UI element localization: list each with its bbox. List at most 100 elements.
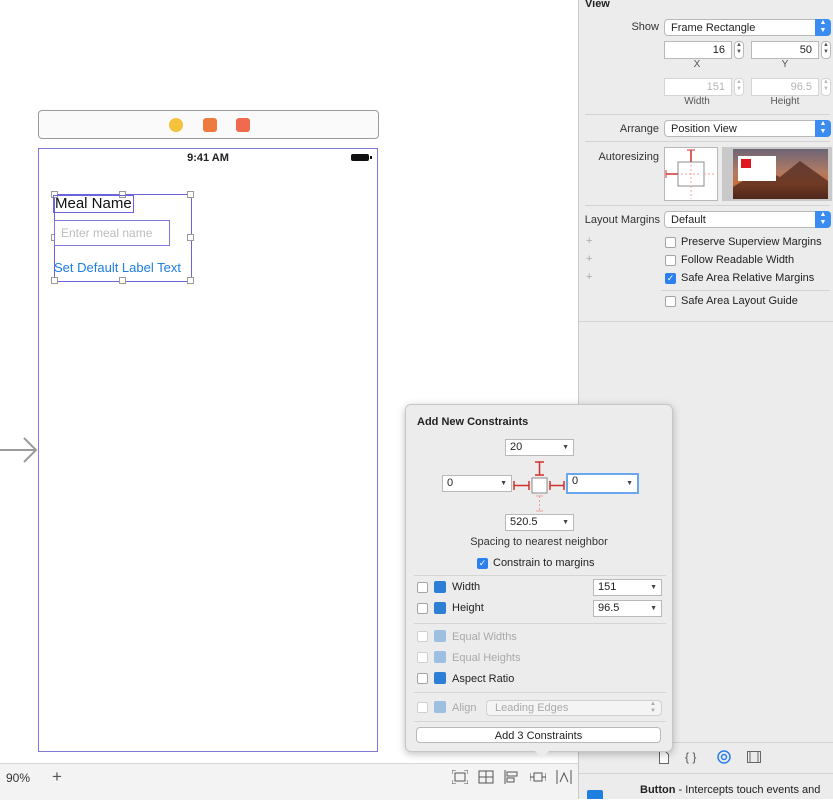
leading-spacing-field[interactable]: 0 ▼: [442, 475, 512, 492]
view-controller-icon[interactable]: [169, 118, 183, 132]
dropdown-triangle-icon[interactable]: ▼: [562, 440, 569, 455]
height-checkbox[interactable]: [417, 603, 428, 614]
media-library-icon[interactable]: [747, 751, 761, 763]
top-spacing-value: 20: [510, 441, 523, 453]
trailing-spacing-field[interactable]: 0 ▼: [566, 473, 639, 494]
width-stepper[interactable]: ▲ ▼: [734, 78, 744, 96]
height-value-field[interactable]: 96.5 ▼: [593, 600, 662, 617]
equal-widths-icon: [434, 630, 446, 642]
add-constraints-button[interactable]: Add 3 Constraints: [416, 727, 661, 743]
constraint-pin-diagram[interactable]: [512, 459, 566, 513]
add-new-constraints-icon[interactable]: [530, 770, 546, 784]
battery-icon: [351, 154, 372, 161]
x-field[interactable]: 16: [664, 41, 732, 59]
safe-area-relative-margins-checkbox[interactable]: ✓: [665, 273, 676, 284]
show-popup-value: Frame Rectangle: [671, 22, 756, 34]
popup-arrows-icon: ▲ ▼: [815, 211, 831, 228]
safe-area-relative-margins-label: Safe Area Relative Margins: [681, 272, 815, 284]
align-popup[interactable]: Leading Edges ▲ ▼: [486, 700, 662, 716]
variation-plus-icon[interactable]: +: [586, 271, 592, 283]
resize-handle[interactable]: [51, 277, 58, 284]
resize-handle[interactable]: [187, 277, 194, 284]
dropdown-triangle-icon[interactable]: ▼: [650, 580, 657, 595]
resize-handle[interactable]: [187, 191, 194, 198]
width-field[interactable]: 151: [664, 78, 732, 96]
library-item-description[interactable]: Button - Intercepts touch events and: [640, 784, 820, 796]
popup-arrows-icon: ▲ ▼: [815, 120, 831, 137]
height-value: 96.5: [598, 602, 620, 614]
file-template-icon[interactable]: [659, 751, 669, 764]
object-library-icon[interactable]: [717, 750, 731, 764]
width-label: Width: [452, 581, 481, 593]
y-field[interactable]: 50: [751, 41, 819, 59]
safe-area-layout-guide-label: Safe Area Layout Guide: [681, 295, 798, 307]
height-caption: Height: [770, 96, 800, 107]
scene-dock[interactable]: [38, 110, 379, 139]
x-caption: X: [693, 59, 701, 70]
dropdown-triangle-icon[interactable]: ▼: [650, 601, 657, 616]
entry-point-arrow-icon[interactable]: [0, 436, 38, 464]
preserve-superview-margins-label: Preserve Superview Margins: [681, 236, 822, 248]
align-checkbox[interactable]: [417, 702, 428, 713]
width-value: 151: [598, 581, 617, 593]
resize-handle[interactable]: [187, 234, 194, 241]
button-library-item-icon[interactable]: [587, 790, 603, 799]
x-stepper[interactable]: ▲ ▼: [734, 41, 744, 59]
autoresizing-mask-control[interactable]: [664, 147, 718, 201]
equal-widths-checkbox[interactable]: [417, 631, 428, 642]
follow-readable-width-checkbox[interactable]: [665, 255, 676, 266]
show-label: Show: [631, 21, 659, 33]
height-stepper[interactable]: ▲ ▼: [821, 78, 831, 96]
bottom-spacing-field[interactable]: 520.5 ▼: [505, 514, 574, 531]
separator: [414, 692, 666, 693]
separator: [579, 321, 833, 322]
meal-name-label[interactable]: Meal Name: [53, 195, 134, 213]
set-default-label-button[interactable]: Set Default Label Text: [54, 260, 181, 275]
width-value-field[interactable]: 151 ▼: [593, 579, 662, 596]
meal-name-text-field[interactable]: Enter meal name: [54, 220, 170, 246]
layout-margins-popup[interactable]: Default ▲ ▼: [664, 211, 831, 228]
dropdown-triangle-icon[interactable]: ▼: [500, 476, 507, 491]
separator: [414, 575, 666, 576]
dropdown-triangle-icon[interactable]: ▼: [626, 477, 633, 490]
align-icon: [434, 701, 446, 713]
layout-margins-label: Layout Margins: [584, 214, 660, 226]
leading-spacing-value: 0: [447, 477, 454, 489]
resize-handle[interactable]: [119, 277, 126, 284]
aspect-ratio-icon: [434, 672, 446, 684]
align-label: Align: [452, 702, 477, 714]
aspect-ratio-label: Aspect Ratio: [452, 673, 515, 685]
constrain-to-margins-checkbox[interactable]: ✓: [477, 558, 488, 569]
first-responder-icon[interactable]: [203, 118, 217, 132]
variation-plus-icon[interactable]: +: [586, 235, 592, 247]
variation-plus-icon[interactable]: +: [586, 253, 592, 265]
height-field[interactable]: 96.5: [751, 78, 819, 96]
add-new-constraints-popover: Add New Constraints 20 ▼ 0 ▼ 0 ▼ 520.5 ▼ Spa…: [405, 404, 673, 758]
separator: [414, 721, 666, 722]
exit-icon[interactable]: [236, 118, 250, 132]
y-stepper[interactable]: ▲ ▼: [821, 41, 831, 59]
width-checkbox[interactable]: [417, 582, 428, 593]
resolve-auto-layout-icon[interactable]: [556, 770, 572, 784]
zoom-level[interactable]: 90%: [6, 771, 30, 785]
follow-readable-width-label: Follow Readable Width: [681, 254, 795, 266]
arrange-popup[interactable]: Position View ▲ ▼: [664, 120, 831, 137]
preserve-superview-margins-checkbox[interactable]: [665, 237, 676, 248]
safe-area-layout-guide-checkbox[interactable]: [665, 296, 676, 307]
code-snippet-icon[interactable]: { }: [685, 750, 696, 764]
add-icon[interactable]: +: [52, 767, 62, 787]
aspect-ratio-checkbox[interactable]: [417, 673, 428, 684]
autoresizing-label: Autoresizing: [598, 151, 659, 163]
align-icon[interactable]: [504, 770, 520, 784]
top-spacing-field[interactable]: 20 ▼: [505, 439, 574, 456]
equal-heights-checkbox[interactable]: [417, 652, 428, 663]
arrange-popup-value: Position View: [671, 123, 737, 135]
embed-in-stack-icon[interactable]: [478, 770, 494, 784]
update-frames-icon[interactable]: [452, 770, 468, 784]
equal-widths-label: Equal Widths: [452, 631, 517, 643]
popup-arrows-icon: ▲ ▼: [650, 701, 656, 714]
dropdown-triangle-icon[interactable]: ▼: [562, 515, 569, 530]
arrange-label: Arrange: [619, 123, 659, 135]
align-popup-value: Leading Edges: [495, 702, 569, 714]
show-popup[interactable]: Frame Rectangle ▲ ▼: [664, 19, 831, 36]
